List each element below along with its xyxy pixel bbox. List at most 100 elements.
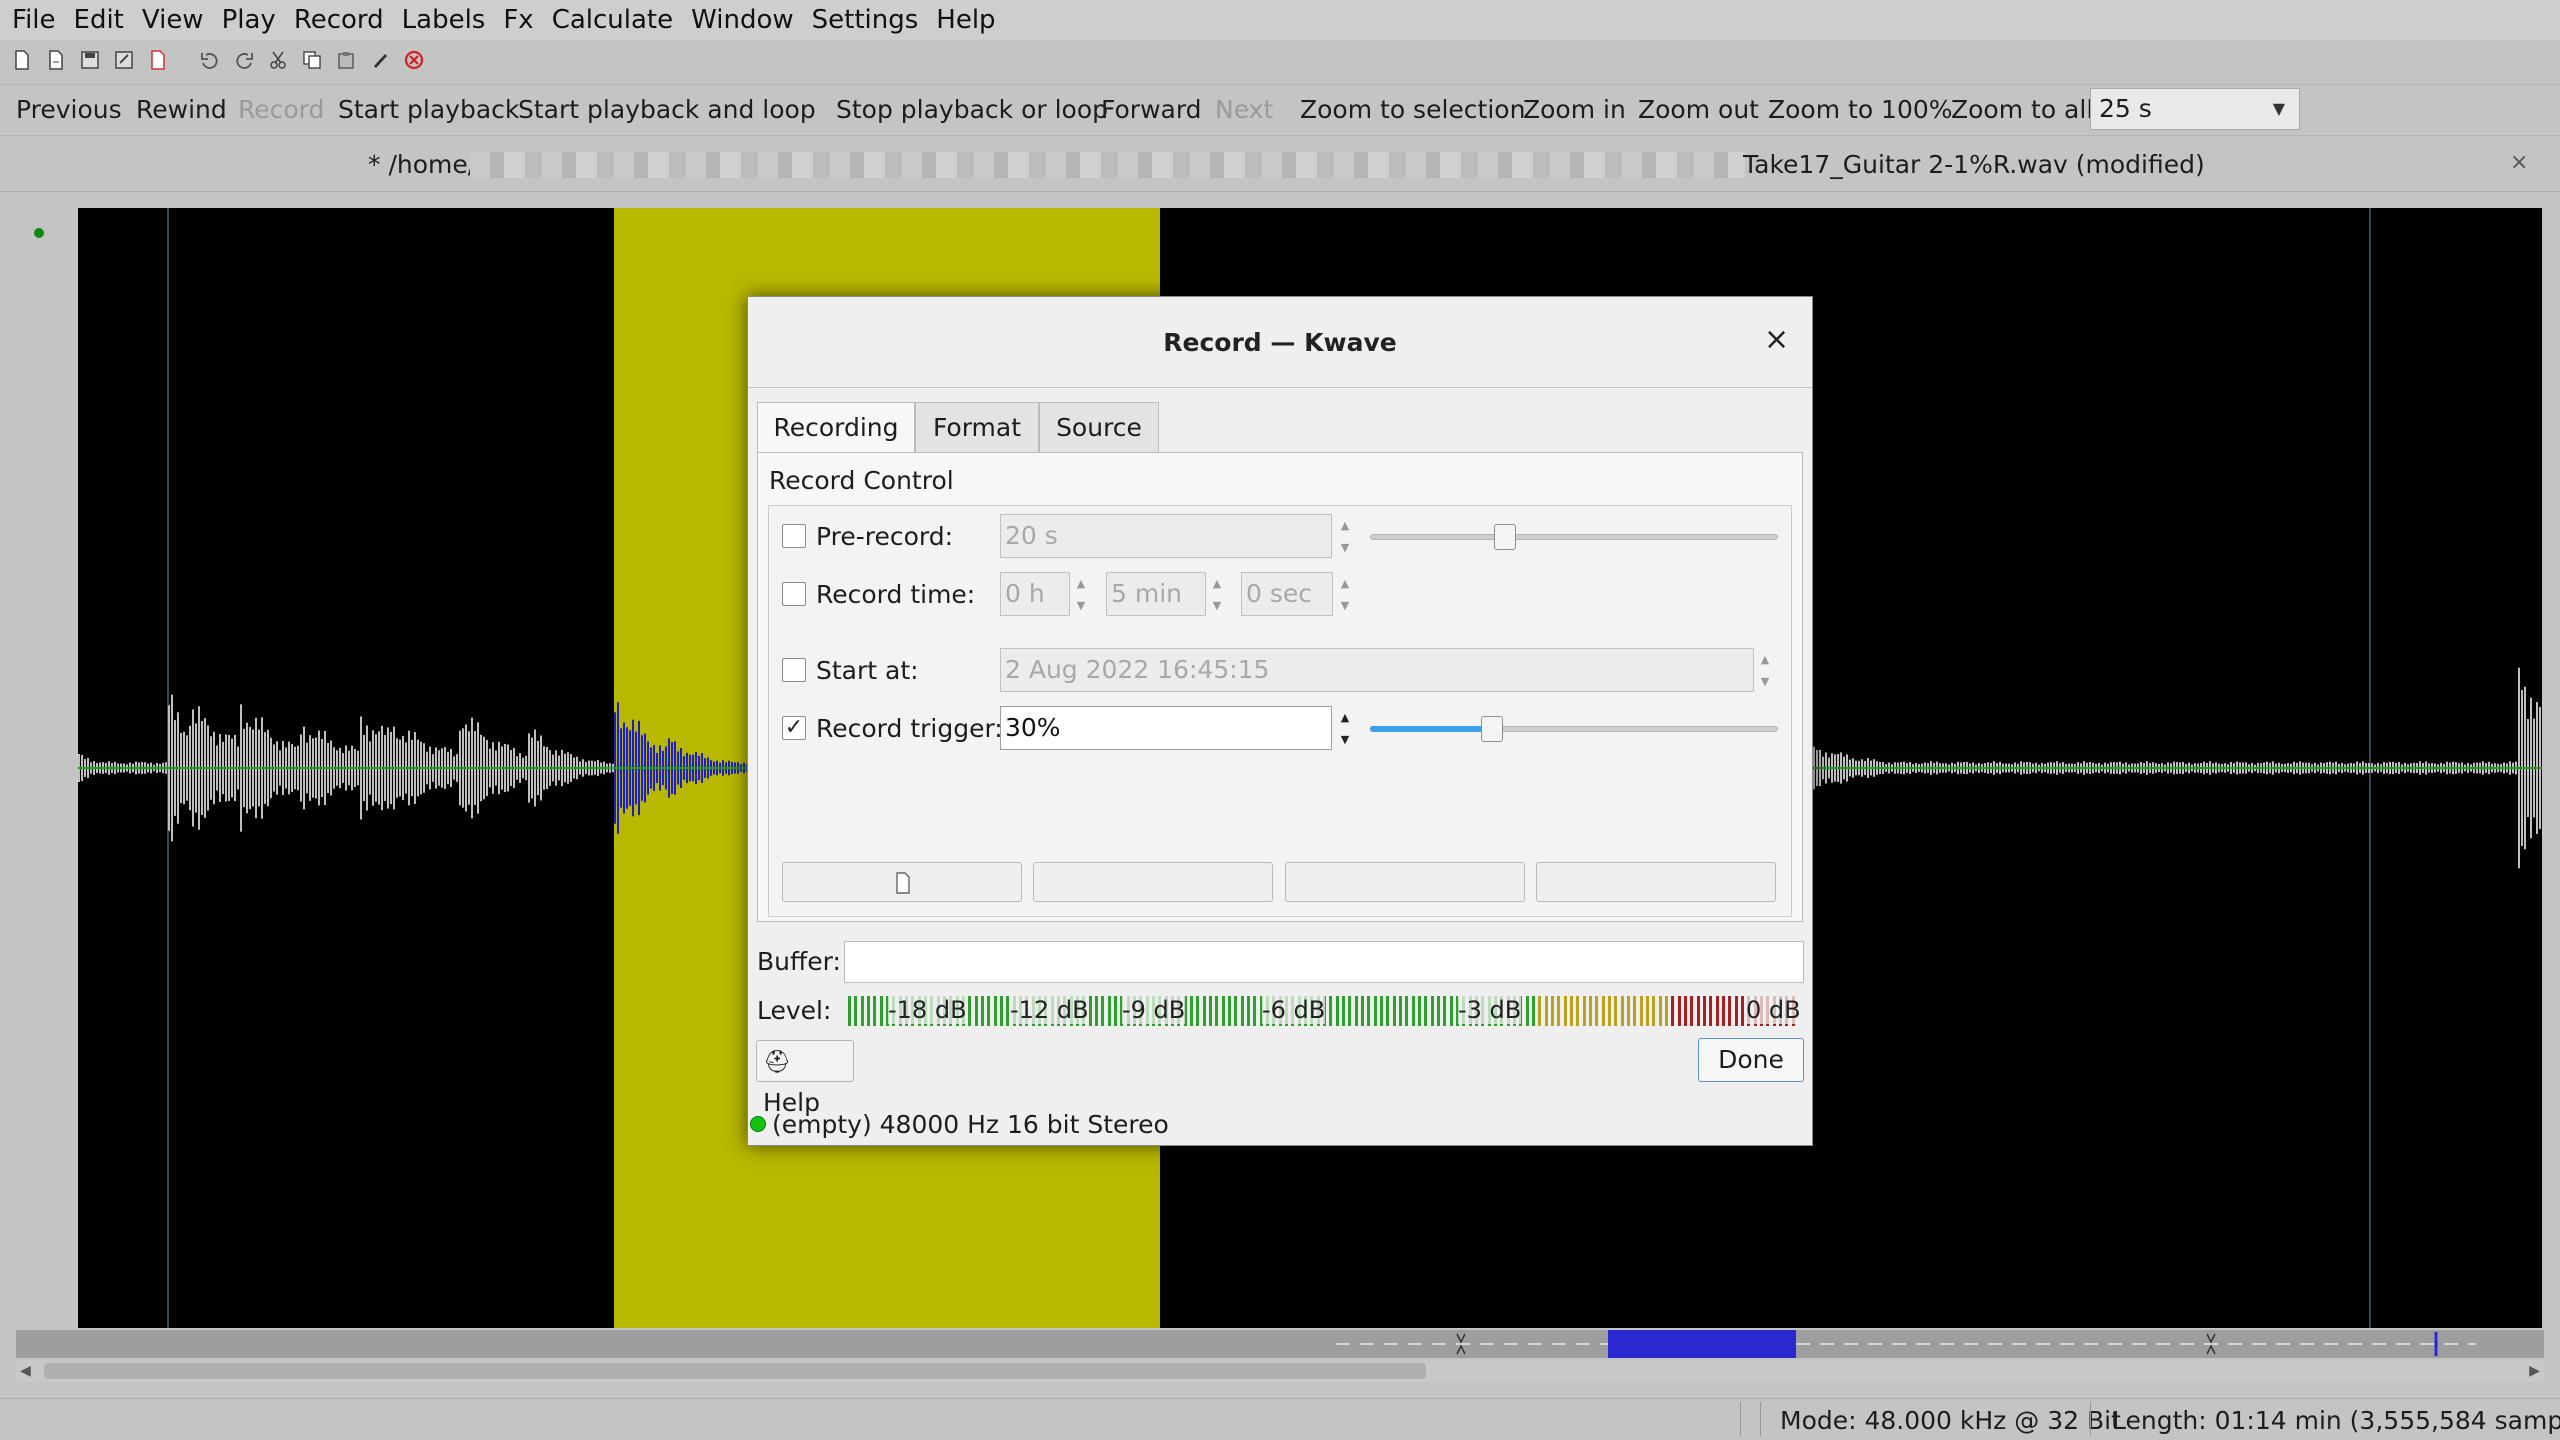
- previous-button[interactable]: Previous: [16, 84, 122, 136]
- level-segment: [1107, 996, 1111, 1026]
- level-segment: [1335, 996, 1339, 1026]
- start-playback-button[interactable]: Start playback: [338, 84, 519, 136]
- pre-record-slider-track[interactable]: [1370, 534, 1778, 540]
- redo-icon[interactable]: [232, 48, 256, 72]
- menu-view[interactable]: View: [142, 5, 204, 35]
- zoom-select-value: 25 s: [2099, 94, 2152, 123]
- zoom-all-button[interactable]: Zoom to all: [1951, 84, 2093, 136]
- seconds-spinner[interactable]: ▲ ▼: [1334, 572, 1356, 616]
- zoom-select[interactable]: 25 s ▼: [2090, 88, 2300, 130]
- copy-icon[interactable]: [300, 48, 324, 72]
- dialog-close-icon[interactable]: ×: [1764, 322, 1789, 357]
- menu-window[interactable]: Window: [691, 5, 794, 35]
- level-segment: [848, 996, 851, 1026]
- scrollbar-thumb[interactable]: [44, 1363, 1426, 1379]
- record-trigger-checkbox[interactable]: ✓: [782, 716, 806, 740]
- save-as-icon[interactable]: [112, 48, 136, 72]
- file-tab-title-prefix[interactable]: * /home/: [368, 150, 476, 179]
- record-time-hours-input[interactable]: 0 h: [1000, 572, 1070, 616]
- start-at-spinner[interactable]: ▲ ▼: [1754, 648, 1776, 692]
- status-separator: [2090, 1402, 2091, 1436]
- record-trigger-slider-handle[interactable]: [1481, 716, 1504, 742]
- scroll-right-icon[interactable]: ▶: [2529, 1360, 2540, 1382]
- menu-edit[interactable]: Edit: [74, 5, 124, 35]
- spin-up-icon[interactable]: ▲: [1761, 653, 1769, 666]
- level-segment: [879, 996, 883, 1026]
- tab-format[interactable]: Format: [915, 402, 1039, 452]
- undo-icon[interactable]: [198, 48, 222, 72]
- spin-up-icon[interactable]: ▲: [1341, 519, 1349, 532]
- scroll-left-icon[interactable]: ◀: [20, 1360, 31, 1382]
- tab-recording[interactable]: Recording: [757, 402, 915, 453]
- level-segment: [867, 996, 870, 1026]
- stop-playback-button[interactable]: Stop playback or loop: [836, 84, 1108, 136]
- record-time-minutes-input[interactable]: 5 min: [1106, 572, 1206, 616]
- level-segment: [1449, 996, 1453, 1026]
- menu-fx[interactable]: Fx: [503, 5, 533, 35]
- menu-play[interactable]: Play: [222, 5, 276, 35]
- new-file-icon[interactable]: [10, 48, 34, 72]
- pre-record-slider-handle[interactable]: [1494, 524, 1516, 550]
- delete-icon[interactable]: [402, 48, 426, 72]
- overview-bar[interactable]: [16, 1330, 2544, 1358]
- forward-button[interactable]: Forward: [1101, 84, 1202, 136]
- record-trigger-spinner[interactable]: ▲ ▼: [1334, 706, 1356, 750]
- pre-record-input[interactable]: 20 s: [1000, 514, 1332, 558]
- record-start-button[interactable]: [1536, 862, 1776, 902]
- spin-down-icon[interactable]: ▼: [1077, 599, 1085, 612]
- start-at-checkbox[interactable]: [782, 658, 806, 682]
- new-recording-button[interactable]: [782, 862, 1022, 902]
- pre-record-checkbox[interactable]: [782, 524, 806, 548]
- spin-down-icon[interactable]: ▼: [1341, 733, 1349, 746]
- tab-source[interactable]: Source: [1039, 402, 1159, 452]
- close-tab-icon[interactable]: ×: [2510, 150, 2528, 175]
- level-segment: [1380, 996, 1383, 1026]
- zoom-out-button[interactable]: Zoom out: [1638, 84, 1759, 136]
- next-button[interactable]: Next: [1215, 84, 1273, 136]
- stop-button[interactable]: [1033, 862, 1273, 902]
- erase-icon[interactable]: [368, 48, 392, 72]
- menu-file[interactable]: File: [12, 5, 56, 35]
- open-file-icon[interactable]: [44, 48, 68, 72]
- spin-down-icon[interactable]: ▼: [1761, 675, 1769, 688]
- close-file-icon[interactable]: [146, 48, 170, 72]
- spin-up-icon[interactable]: ▲: [1341, 577, 1349, 590]
- menu-calculate[interactable]: Calculate: [552, 5, 673, 35]
- spin-up-icon[interactable]: ▲: [1077, 577, 1085, 590]
- paste-icon[interactable]: [334, 48, 358, 72]
- menu-settings[interactable]: Settings: [812, 5, 919, 35]
- file-tab-title-filename[interactable]: Take17_Guitar 2-1%R.wav (modified): [1743, 150, 2205, 179]
- minutes-spinner[interactable]: ▲ ▼: [1206, 572, 1228, 616]
- zoom-selection-button[interactable]: Zoom to selection: [1300, 84, 1525, 136]
- level-segment: [1627, 996, 1630, 1026]
- spin-up-icon[interactable]: ▲: [1341, 711, 1349, 724]
- status-length: Length: 01:14 min (3,555,584 samples): [2112, 1406, 2560, 1435]
- level-segment: [1392, 996, 1396, 1026]
- hours-spinner[interactable]: ▲ ▼: [1070, 572, 1092, 616]
- channel-enabled-indicator[interactable]: [34, 228, 44, 238]
- spin-down-icon[interactable]: ▼: [1213, 599, 1221, 612]
- zoom-100-button[interactable]: Zoom to 100%: [1768, 84, 1953, 136]
- menu-help[interactable]: Help: [936, 5, 995, 35]
- menu-record[interactable]: Record: [294, 5, 384, 35]
- record-time-checkbox[interactable]: [782, 582, 806, 606]
- spin-up-icon[interactable]: ▲: [1213, 577, 1221, 590]
- spin-down-icon[interactable]: ▼: [1341, 599, 1349, 612]
- level-segment: [1589, 996, 1592, 1026]
- pre-record-spinner[interactable]: ▲ ▼: [1334, 514, 1356, 558]
- start-playback-loop-button[interactable]: Start playback and loop: [518, 84, 816, 136]
- rewind-button[interactable]: Rewind: [136, 84, 227, 136]
- help-button[interactable]: ⛑ Help: [756, 1040, 854, 1117]
- status-mode: Mode: 48.000 kHz @ 32 Bit: [1780, 1406, 2121, 1435]
- record-button[interactable]: Record: [238, 84, 324, 136]
- spin-down-icon[interactable]: ▼: [1341, 541, 1349, 554]
- pause-button[interactable]: [1285, 862, 1525, 902]
- cut-icon[interactable]: [266, 48, 290, 72]
- save-icon[interactable]: [78, 48, 102, 72]
- record-trigger-input[interactable]: 30%: [1000, 706, 1332, 750]
- zoom-in-button[interactable]: Zoom in: [1523, 84, 1626, 136]
- start-at-datetime-input[interactable]: 2 Aug 2022 16:45:15: [1000, 648, 1754, 692]
- done-button[interactable]: Done: [1698, 1038, 1804, 1082]
- menu-labels[interactable]: Labels: [402, 5, 486, 35]
- record-time-seconds-input[interactable]: 0 sec: [1241, 572, 1333, 616]
